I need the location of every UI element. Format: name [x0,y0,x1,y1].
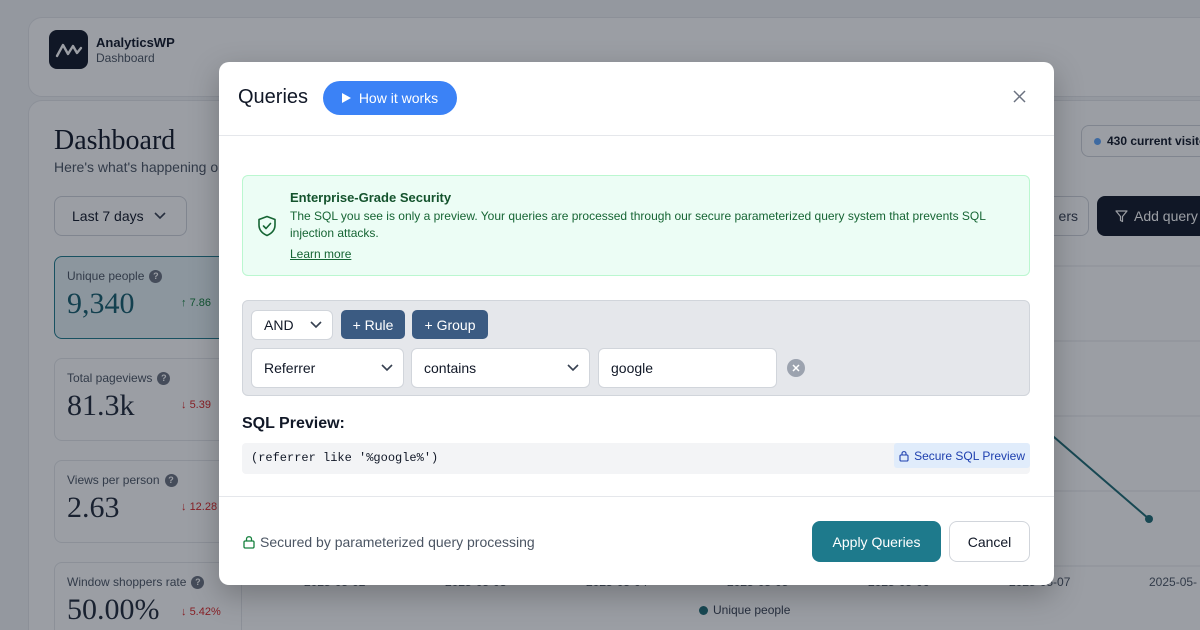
modal-footer: Secured by parameterized query processin… [219,496,1054,585]
lock-icon [243,536,255,549]
operator-select-value: contains [424,360,477,376]
secure-sql-badge-text: Secure SQL Preview [914,448,1025,463]
learn-more-link[interactable]: Learn more [290,247,351,261]
security-notice: Enterprise-Grade Security The SQL you se… [242,175,1030,276]
query-builder: AND + Rule + Group Referrer contains [242,300,1030,396]
close-button[interactable] [1009,86,1029,106]
chevron-down-icon [567,364,579,372]
how-it-works-label: How it works [358,90,439,106]
sql-preview-code: (referrer like '%google%') [251,451,439,465]
security-text: The SQL you see is only a preview. Your … [290,209,986,240]
how-it-works-button[interactable]: How it works [323,81,457,115]
modal-title: Queries [238,86,309,108]
close-icon [1012,89,1026,103]
remove-rule-button[interactable] [787,359,805,377]
remove-circle-icon [792,364,800,372]
queries-modal: Queries How it works Enterprise-Grade Se… [219,62,1054,585]
play-icon [341,93,351,103]
secure-sql-badge: Secure SQL Preview [894,443,1030,468]
field-select-value: Referrer [264,360,316,376]
logic-select-value: AND [264,317,294,333]
field-select[interactable]: Referrer [251,348,404,388]
chevron-down-icon [310,321,322,329]
chevron-down-icon [381,364,393,372]
security-title: Enterprise-Grade Security [290,190,452,205]
add-rule-button[interactable]: + Rule [341,310,405,339]
modal-header: Queries How it works [219,62,1054,136]
cancel-button[interactable]: Cancel [949,521,1030,562]
add-group-button[interactable]: + Group [412,310,488,339]
logic-select[interactable]: AND [251,310,333,340]
apply-queries-button[interactable]: Apply Queries [812,521,941,562]
rule-value-input[interactable] [598,348,777,388]
shield-check-icon [258,215,276,237]
secured-note: Secured by parameterized query processin… [243,534,535,550]
sql-preview-label: SQL Preview: [242,415,345,432]
operator-select[interactable]: contains [411,348,590,388]
secured-note-text: Secured by parameterized query processin… [260,534,535,550]
sql-preview-box: (referrer like '%google%') Secure SQL Pr… [242,443,1030,474]
lock-icon [899,450,909,462]
